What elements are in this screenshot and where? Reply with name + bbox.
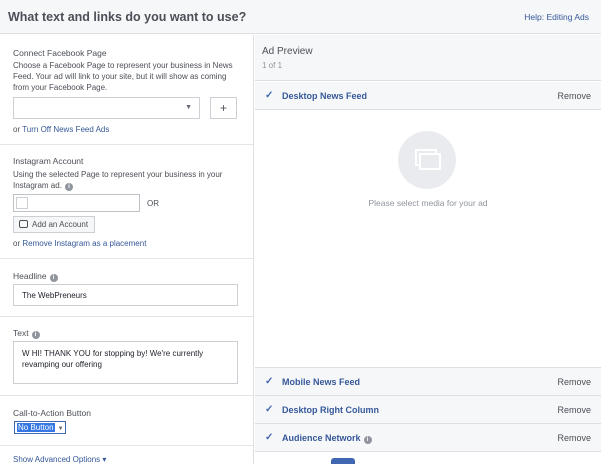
- ad-preview-title: Ad Preview: [262, 46, 313, 57]
- placement-label-row: Audience Network i: [282, 433, 372, 444]
- text-label: Text: [13, 328, 29, 338]
- show-advanced-options-link[interactable]: Show Advanced Options ▾: [13, 455, 106, 464]
- placement-label: Desktop Right Column: [282, 405, 379, 415]
- checkmark-icon: ✓: [265, 404, 274, 415]
- turn-off-row: or Turn Off News Feed Ads: [13, 124, 238, 135]
- headline-label-row: Headline i: [13, 271, 58, 282]
- placement-desktop-right-column[interactable]: ✓ Desktop Right Column Remove: [255, 396, 601, 424]
- instagram-label: Instagram Account: [13, 156, 84, 166]
- advanced-label: Show Advanced Options: [13, 455, 101, 464]
- add-account-button[interactable]: Add an Account: [13, 216, 95, 233]
- text-section: Text i W HI! THANK YOU for stopping by! W…: [0, 318, 253, 396]
- remove-instagram-link[interactable]: Remove Instagram as a placement: [22, 239, 146, 248]
- placement-label: Audience Network: [282, 433, 361, 443]
- headline-label: Headline: [13, 271, 47, 281]
- text-label-row: Text i: [13, 328, 40, 339]
- or-text: OR: [147, 199, 159, 208]
- add-account-label: Add an Account: [32, 220, 89, 229]
- instagram-description-row: Using the selected Page to represent you…: [13, 169, 238, 191]
- info-icon[interactable]: i: [363, 436, 372, 444]
- placement-mobile-news-feed[interactable]: ✓ Mobile News Feed Remove: [255, 368, 601, 396]
- placement-label: Desktop News Feed: [282, 91, 368, 101]
- instagram-icon: [19, 220, 28, 228]
- info-icon[interactable]: i: [64, 183, 73, 191]
- instagram-account-input[interactable]: [13, 194, 140, 212]
- add-page-button[interactable]: +: [210, 97, 237, 119]
- page-title: What text and links do you want to use?: [8, 10, 247, 24]
- facebook-page-label: Connect Facebook Page: [13, 48, 107, 58]
- facebook-page-description: Choose a Facebook Page to represent your…: [13, 61, 233, 92]
- remove-button[interactable]: Remove: [557, 377, 591, 387]
- page-header: What text and links do you want to use? …: [0, 0, 601, 34]
- ad-preview-header: Ad Preview 1 of 1: [255, 35, 601, 81]
- ad-preview-panel: Ad Preview 1 of 1 ✓ Desktop News Feed Re…: [255, 35, 601, 464]
- remove-button[interactable]: Remove: [557, 91, 591, 101]
- checkmark-icon: ✓: [265, 376, 274, 387]
- media-preview-area: Please select media for your ad: [255, 110, 601, 368]
- turn-off-news-feed-link[interactable]: Turn Off News Feed Ads: [22, 125, 109, 134]
- ad-preview-count: 1 of 1: [262, 61, 283, 70]
- chevron-down-icon: ▼: [185, 104, 192, 111]
- cta-value: No Button: [17, 423, 55, 432]
- or-text: or: [13, 125, 21, 134]
- checkmark-icon: ✓: [265, 90, 274, 101]
- cta-label: Call-to-Action Button: [13, 408, 91, 418]
- instagram-description: Using the selected Page to represent you…: [13, 170, 223, 190]
- bottom-strip: [255, 452, 601, 464]
- remove-button[interactable]: Remove: [557, 405, 591, 415]
- ad-text-form: Connect Facebook Page Choose a Facebook …: [0, 35, 254, 464]
- facebook-page-section: Connect Facebook Page Choose a Facebook …: [0, 35, 253, 145]
- remove-instagram-row: or Remove Instagram as a placement: [13, 238, 238, 249]
- checkmark-icon: ✓: [265, 432, 274, 443]
- info-icon[interactable]: i: [49, 274, 58, 282]
- help-link[interactable]: Help: Editing Ads: [524, 12, 589, 22]
- media-placeholder-icon: [398, 131, 456, 189]
- placement-label: Mobile News Feed: [282, 377, 361, 387]
- info-icon[interactable]: i: [31, 331, 40, 339]
- placement-audience-network[interactable]: ✓ Audience Network i Remove: [255, 424, 601, 452]
- chevron-down-icon: ▼: [57, 426, 64, 432]
- or-text: or: [13, 239, 21, 248]
- placement-desktop-news-feed[interactable]: ✓ Desktop News Feed Remove: [255, 82, 601, 110]
- select-media-message: Please select media for your ad: [368, 198, 488, 208]
- cta-select[interactable]: No Button ▼: [14, 421, 66, 434]
- instagram-avatar-placeholder: [16, 197, 28, 209]
- headline-input[interactable]: The WebPreneurs: [13, 284, 238, 306]
- ad-text-input[interactable]: W HI! THANK YOU for stopping by! We're c…: [13, 341, 238, 384]
- facebook-page-select[interactable]: ▼: [13, 97, 200, 119]
- toggle-indicator: [331, 458, 355, 464]
- chevron-down-icon: ▾: [102, 455, 107, 464]
- headline-section: Headline i The WebPreneurs: [0, 260, 253, 317]
- remove-button[interactable]: Remove: [557, 433, 591, 443]
